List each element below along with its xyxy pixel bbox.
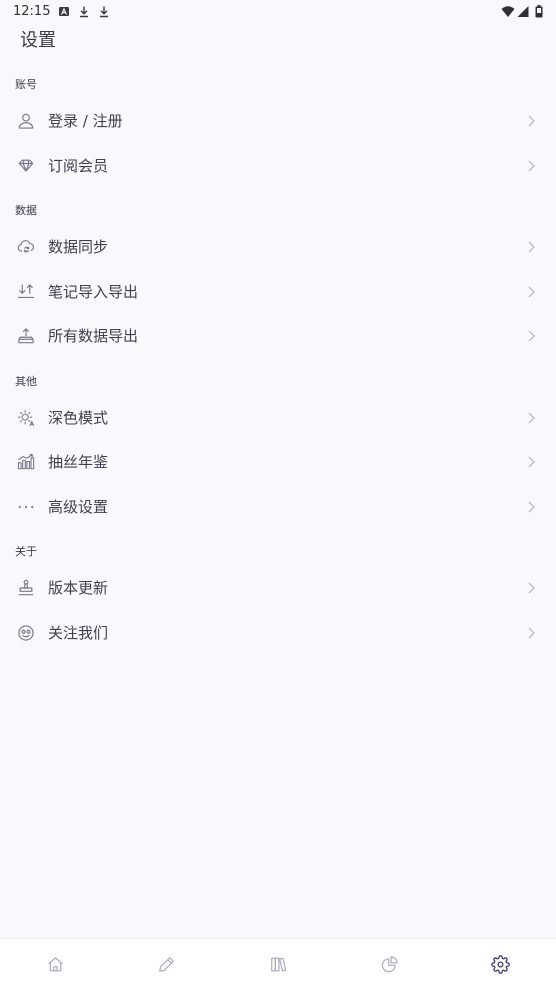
chevron-right-icon bbox=[524, 626, 538, 640]
bottom-nav bbox=[0, 938, 556, 990]
settings-item-label: 版本更新 bbox=[48, 579, 109, 598]
chevron-right-icon bbox=[524, 114, 538, 128]
chevron-right-icon bbox=[524, 285, 538, 299]
stamp-icon bbox=[16, 578, 36, 598]
settings-item-label: 登录 / 注册 bbox=[48, 112, 123, 131]
settings-item-version-update[interactable]: 版本更新 bbox=[0, 566, 556, 611]
settings-item-export-all[interactable]: 所有数据导出 bbox=[0, 314, 556, 359]
section-header-about: 关于 bbox=[0, 529, 556, 566]
nav-stats-button[interactable] bbox=[334, 939, 445, 990]
user-icon bbox=[16, 111, 36, 131]
wifi-icon bbox=[501, 5, 515, 18]
page-title: 设置 bbox=[20, 30, 56, 51]
notification-a-icon bbox=[58, 5, 70, 18]
import-export-icon bbox=[16, 282, 36, 302]
nav-home-button[interactable] bbox=[0, 939, 111, 990]
settings-item-label: 抽丝年鉴 bbox=[48, 453, 109, 472]
settings-list: 账号 登录 / 注册 订阅会员 数据 数据同步 笔记导入导出 所有数据导出 其他… bbox=[0, 62, 556, 655]
battery-icon bbox=[535, 5, 543, 18]
diamond-icon bbox=[16, 156, 36, 176]
header: 设置 bbox=[0, 24, 556, 62]
nav-library-button[interactable] bbox=[222, 939, 333, 990]
gear-icon bbox=[491, 955, 510, 974]
section-header-data: 数据 bbox=[0, 188, 556, 225]
settings-item-login[interactable]: 登录 / 注册 bbox=[0, 99, 556, 144]
settings-item-label: 所有数据导出 bbox=[48, 327, 139, 346]
dark-mode-icon bbox=[16, 408, 36, 428]
section-label: 关于 bbox=[15, 545, 37, 558]
settings-item-yearbook[interactable]: 抽丝年鉴 bbox=[0, 440, 556, 485]
settings-item-dark-mode[interactable]: 深色模式 bbox=[0, 396, 556, 441]
home-icon bbox=[46, 955, 65, 974]
signal-icon bbox=[517, 5, 529, 18]
settings-item-follow-us[interactable]: 关注我们 bbox=[0, 611, 556, 656]
settings-item-data-sync[interactable]: 数据同步 bbox=[0, 225, 556, 270]
download-icon bbox=[78, 5, 90, 18]
pie-chart-icon bbox=[380, 955, 399, 974]
pencil-icon bbox=[157, 955, 176, 974]
settings-item-label: 深色模式 bbox=[48, 408, 109, 427]
section-label: 账号 bbox=[15, 78, 37, 91]
chevron-right-icon bbox=[524, 329, 538, 343]
more-dots-icon bbox=[16, 497, 36, 517]
chevron-right-icon bbox=[524, 159, 538, 173]
download-icon bbox=[98, 5, 110, 18]
settings-item-subscription[interactable]: 订阅会员 bbox=[0, 144, 556, 189]
section-header-account: 账号 bbox=[0, 62, 556, 99]
nav-write-button[interactable] bbox=[111, 939, 222, 990]
chevron-right-icon bbox=[524, 581, 538, 595]
chevron-right-icon bbox=[524, 411, 538, 425]
chevron-right-icon bbox=[524, 240, 538, 254]
smile-icon bbox=[16, 623, 36, 643]
bar-chart-icon bbox=[16, 452, 36, 472]
tray-export-icon bbox=[16, 326, 36, 346]
settings-item-label: 订阅会员 bbox=[48, 156, 109, 175]
status-bar: 12:15 bbox=[0, 0, 556, 24]
chevron-right-icon bbox=[524, 455, 538, 469]
section-header-other: 其他 bbox=[0, 359, 556, 396]
settings-item-label: 高级设置 bbox=[48, 497, 109, 516]
settings-item-label: 笔记导入导出 bbox=[48, 282, 139, 301]
chevron-right-icon bbox=[524, 500, 538, 514]
settings-item-label: 关注我们 bbox=[48, 623, 109, 642]
settings-item-label: 数据同步 bbox=[48, 238, 109, 257]
books-icon bbox=[269, 955, 288, 974]
cloud-sync-icon bbox=[16, 237, 36, 257]
settings-item-advanced[interactable]: 高级设置 bbox=[0, 485, 556, 530]
section-label: 其他 bbox=[15, 374, 37, 388]
status-time: 12:15 bbox=[13, 4, 51, 19]
section-label: 数据 bbox=[15, 204, 37, 217]
settings-item-import-export[interactable]: 笔记导入导出 bbox=[0, 270, 556, 315]
nav-settings-button[interactable] bbox=[445, 939, 556, 990]
